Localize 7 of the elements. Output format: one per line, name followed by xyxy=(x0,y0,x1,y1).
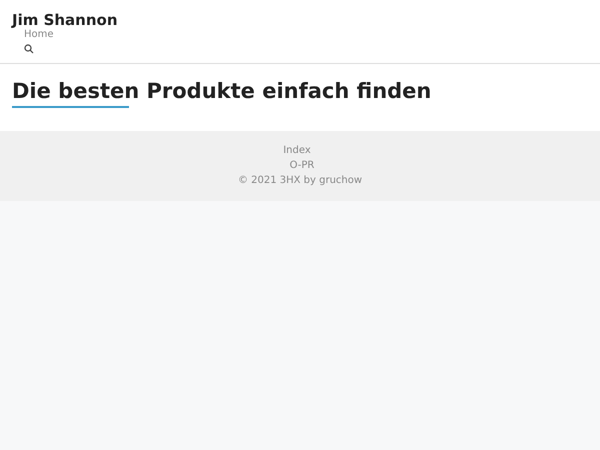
footer-link[interactable]: O-PR xyxy=(290,158,314,173)
search-icon[interactable] xyxy=(24,44,34,54)
copyright: © 2021 3HX by gruchow xyxy=(238,174,362,188)
footer-link[interactable]: Index xyxy=(283,143,311,158)
page-title: Die besten Produkte einfach finden xyxy=(12,78,432,104)
nav-link[interactable]: Home xyxy=(24,29,54,41)
site-title[interactable]: Jim Shannon xyxy=(12,11,118,29)
